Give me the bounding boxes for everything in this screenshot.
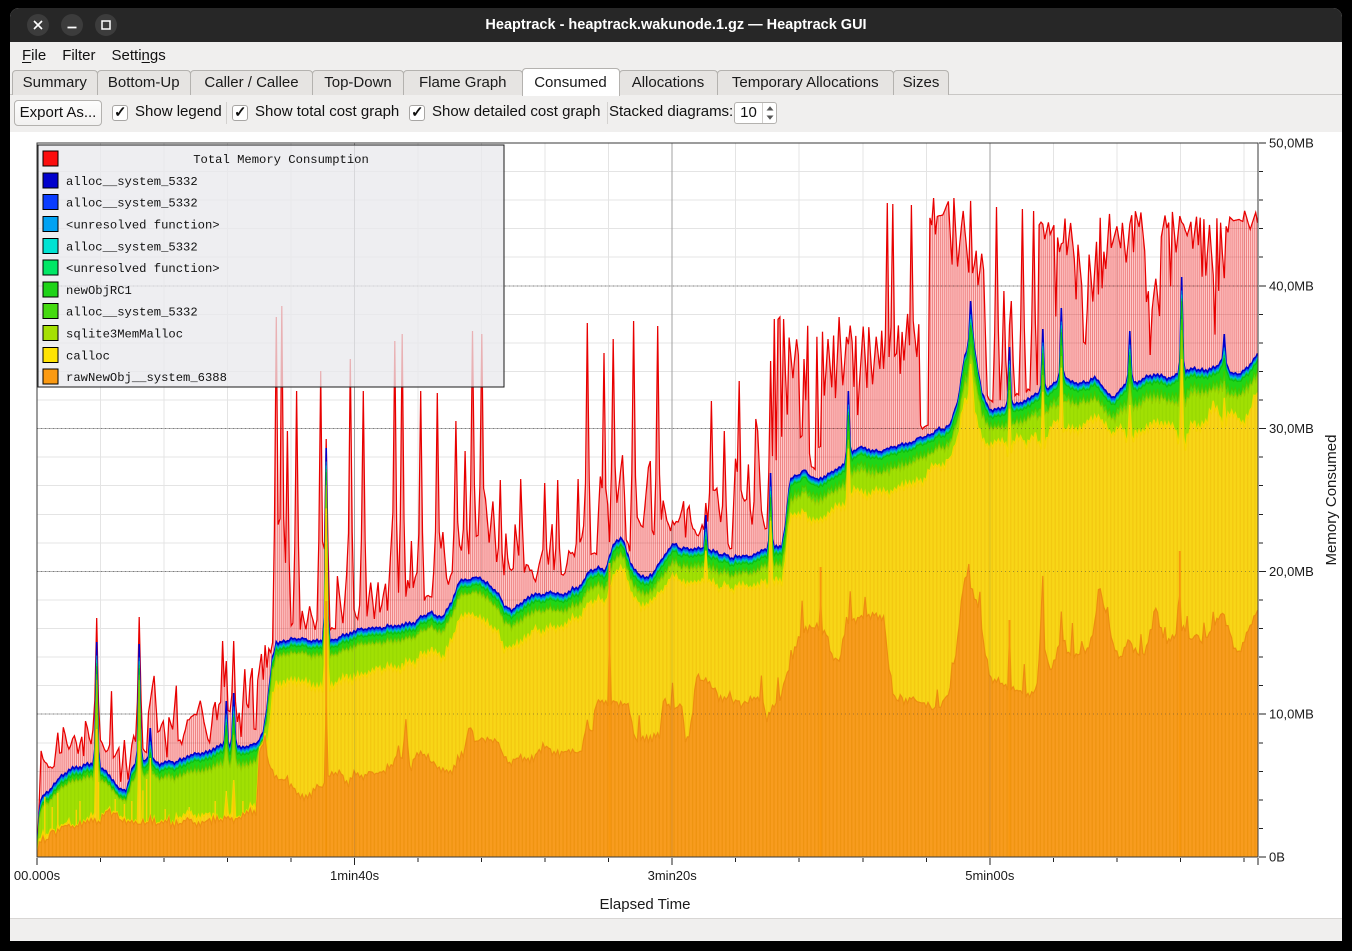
- svg-text:10,0MB: 10,0MB: [1269, 707, 1314, 722]
- svg-text:40,0MB: 40,0MB: [1269, 278, 1314, 293]
- svg-text:1min40s: 1min40s: [330, 868, 380, 883]
- svg-text:newObjRC1: newObjRC1: [66, 284, 132, 298]
- svg-text:5min00s: 5min00s: [965, 868, 1015, 883]
- svg-text:alloc__system_5332: alloc__system_5332: [66, 197, 198, 211]
- svg-text:3min20s: 3min20s: [648, 868, 698, 883]
- svg-text:30,0MB: 30,0MB: [1269, 421, 1314, 436]
- svg-text:00.000s: 00.000s: [14, 868, 61, 883]
- svg-text:alloc__system_5332: alloc__system_5332: [66, 306, 198, 320]
- svg-text:0B: 0B: [1269, 850, 1285, 865]
- svg-text:Memory Consumed: Memory Consumed: [1323, 435, 1340, 566]
- svg-text:alloc__system_5332: alloc__system_5332: [66, 240, 198, 254]
- svg-text:20,0MB: 20,0MB: [1269, 564, 1314, 579]
- svg-text:calloc: calloc: [66, 349, 110, 363]
- svg-text:<unresolved function>: <unresolved function>: [66, 262, 220, 276]
- svg-text:<unresolved function>: <unresolved function>: [66, 219, 220, 233]
- svg-text:Elapsed Time: Elapsed Time: [600, 896, 691, 913]
- svg-text:50,0MB: 50,0MB: [1269, 136, 1314, 151]
- svg-text:Total Memory Consumption: Total Memory Consumption: [193, 153, 369, 167]
- svg-text:sqlite3MemMalloc: sqlite3MemMalloc: [66, 328, 183, 342]
- svg-text:alloc__system_5332: alloc__system_5332: [66, 175, 198, 189]
- svg-text:rawNewObj__system_6388: rawNewObj__system_6388: [66, 371, 227, 385]
